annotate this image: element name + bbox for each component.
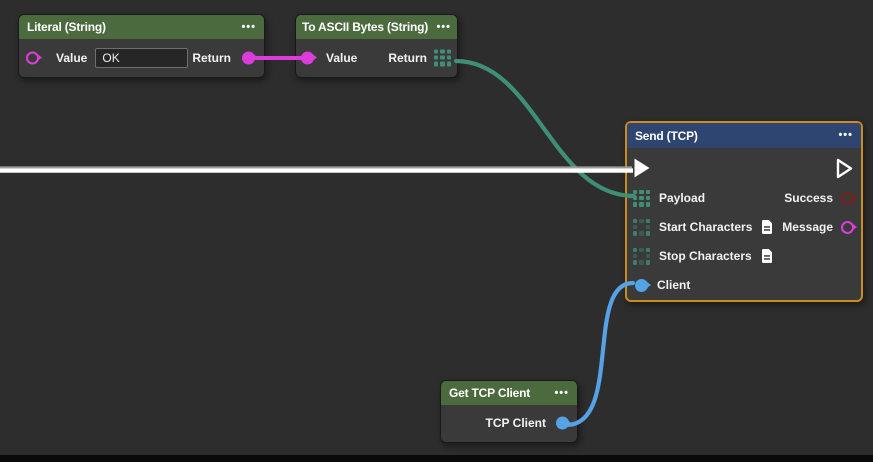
value-port-label: Value [56,51,87,65]
node-header[interactable]: Get TCP Client ••• [441,381,577,405]
flow-row [633,157,854,179]
payload-port-label: Payload [659,191,705,205]
node-to-ascii-bytes[interactable]: To ASCII Bytes (String) ••• Value Return [295,14,458,78]
node-send-tcp[interactable]: Send (TCP) ••• [625,121,863,302]
port-row: Start Characters Message [633,216,854,238]
menu-dots-icon[interactable]: ••• [241,22,256,33]
wire-ascii-return-to-payload[interactable] [456,61,634,196]
value-text-input[interactable] [95,48,188,68]
stop-characters-input-grid-port-icon[interactable] [633,248,650,265]
port-row: Payload Success [633,187,854,209]
default-value-document-icon[interactable] [761,220,773,234]
node-header[interactable]: Literal (String) ••• [19,15,264,39]
tcp-client-port-label: TCP Client [486,416,546,430]
node-body: TCP Client [441,405,577,441]
success-output-port-icon[interactable] [841,192,854,205]
port-row: Stop Characters [633,245,854,267]
node-header[interactable]: Send (TCP) ••• [627,123,861,148]
value-port-label: Value [326,51,357,65]
return-port-label: Return [192,51,231,65]
node-body: Value Return [19,39,264,76]
client-port-label: Client [657,278,690,292]
port-row: Client [633,274,854,296]
return-output-grid-port-icon[interactable] [434,49,451,66]
node-title: Send (TCP) [635,129,698,143]
node-body: Payload Success Start Characters [627,148,861,300]
start-characters-port-label: Start Characters [659,220,752,234]
node-get-tcp-client[interactable]: Get TCP Client ••• TCP Client [440,380,578,443]
message-output-port-icon[interactable] [841,221,854,234]
client-input-port-icon[interactable] [635,279,648,292]
window-bottom-edge [0,455,873,462]
start-characters-input-grid-port-icon[interactable] [633,219,650,236]
return-output-port-icon[interactable] [242,51,255,64]
node-title: Literal (String) [27,20,106,34]
success-port-label: Success [784,191,833,205]
default-value-document-icon[interactable] [761,249,773,263]
message-port-label: Message [782,220,833,234]
tcp-client-output-port-icon[interactable] [556,417,569,430]
menu-dots-icon[interactable]: ••• [436,22,451,33]
flow-in-icon[interactable] [633,157,651,179]
value-input-port-icon[interactable] [301,51,314,64]
payload-input-grid-port-icon[interactable] [633,190,650,207]
menu-dots-icon[interactable]: ••• [838,130,853,141]
node-header[interactable]: To ASCII Bytes (String) ••• [296,15,457,39]
node-body: Value Return [296,39,457,76]
menu-dots-icon[interactable]: ••• [554,388,569,399]
node-editor-canvas[interactable]: Literal (String) ••• Value Return To ASC… [0,0,873,462]
return-port-label: Return [388,51,427,65]
node-title: To ASCII Bytes (String) [302,20,428,34]
node-literal-string[interactable]: Literal (String) ••• Value Return [18,14,265,78]
node-title: Get TCP Client [449,386,530,400]
value-input-port-icon[interactable] [26,51,39,64]
flow-out-icon[interactable] [835,157,854,180]
stop-characters-port-label: Stop Characters [659,249,752,263]
